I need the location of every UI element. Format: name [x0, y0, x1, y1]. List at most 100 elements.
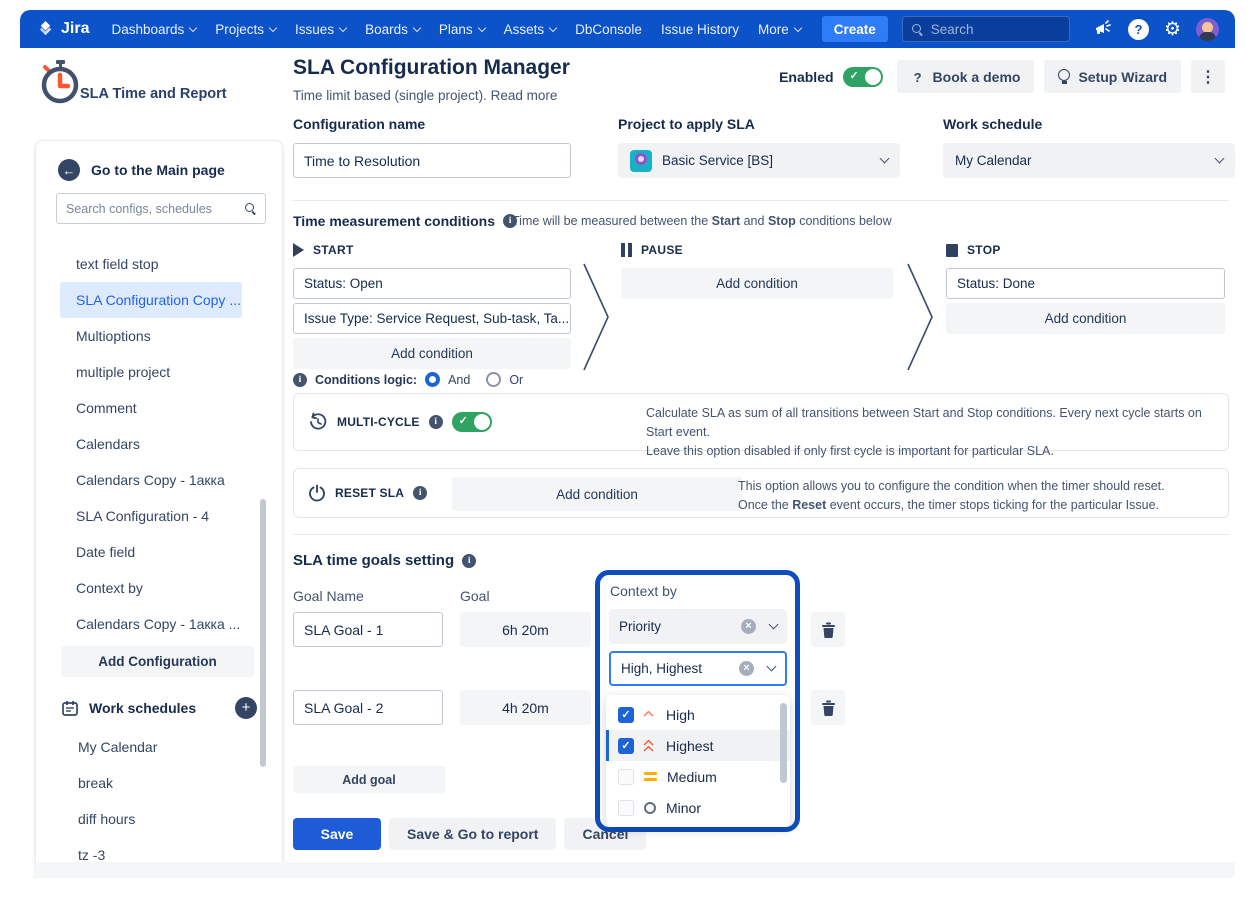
info-icon[interactable]: [293, 373, 307, 387]
goal-value[interactable]: 4h 20m: [460, 690, 591, 725]
config-item[interactable]: text field stop: [60, 246, 242, 282]
schedule-select[interactable]: My Calendar: [943, 143, 1235, 178]
config-item[interactable]: Multioptions: [60, 318, 242, 354]
config-item[interactable]: Calendars: [60, 426, 242, 462]
save-button[interactable]: Save: [293, 818, 381, 850]
nav-more[interactable]: More: [758, 22, 801, 37]
config-name-input[interactable]: [293, 143, 571, 178]
question-icon: [911, 70, 925, 84]
sidebar-search-input[interactable]: [66, 202, 245, 216]
stop-add-condition-button[interactable]: Add condition: [946, 303, 1225, 334]
go-to-main-page[interactable]: Go to the Main page: [58, 159, 225, 181]
option-medium[interactable]: Medium: [606, 761, 790, 792]
start-condition[interactable]: Status: Open: [293, 268, 571, 299]
stop-condition[interactable]: Status: Done: [946, 268, 1225, 299]
config-item[interactable]: SLA Configuration - 4: [60, 498, 242, 534]
checkbox-unchecked[interactable]: [618, 769, 634, 785]
global-search-input[interactable]: [931, 22, 1051, 37]
logic-or-radio[interactable]: [486, 372, 501, 387]
clear-icon[interactable]: [739, 661, 754, 676]
checkbox-checked[interactable]: [618, 707, 634, 723]
schedule-label: Work schedule: [943, 116, 1235, 132]
pause-add-condition-button[interactable]: Add condition: [621, 268, 893, 299]
jira-logo[interactable]: Jira: [36, 20, 89, 39]
enabled-toggle[interactable]: [843, 67, 883, 87]
arrow-left-icon: [58, 159, 80, 181]
add-configuration-button[interactable]: Add Configuration: [61, 646, 254, 677]
project-select[interactable]: Basic Service [BS]: [618, 143, 900, 178]
book-demo-button[interactable]: Book a demo: [897, 60, 1035, 93]
context-by-label: Context by: [610, 583, 677, 599]
add-goal-button[interactable]: Add goal: [293, 766, 445, 793]
global-search[interactable]: [902, 16, 1070, 42]
gear-icon[interactable]: [1164, 20, 1181, 39]
goal-value[interactable]: 6h 20m: [460, 612, 591, 647]
logic-and-radio[interactable]: [425, 372, 440, 387]
checkbox-checked[interactable]: [618, 738, 634, 754]
checkbox-unchecked[interactable]: [618, 800, 634, 816]
config-item[interactable]: Comment: [60, 390, 242, 426]
info-icon[interactable]: [462, 554, 476, 568]
schedule-item[interactable]: diff hours: [60, 801, 242, 837]
multi-cycle-toggle[interactable]: [452, 412, 492, 432]
page-subtitle: Time limit based (single project). Read …: [293, 88, 570, 103]
config-item[interactable]: multiple project: [60, 354, 242, 390]
reset-add-condition-button[interactable]: Add condition: [452, 477, 742, 511]
multi-cycle-description: Calculate SLA as sum of all transitions …: [646, 404, 1228, 460]
create-button[interactable]: Create: [822, 16, 888, 42]
context-values-select[interactable]: High, Highest: [609, 651, 787, 686]
clear-icon[interactable]: [741, 619, 756, 634]
stop-label: STOP: [967, 243, 1001, 257]
context-field-select[interactable]: Priority: [609, 609, 787, 644]
schedule-item[interactable]: break: [60, 765, 242, 801]
nav-assets[interactable]: Assets: [504, 22, 557, 37]
flow-chevron-icon: [902, 258, 938, 376]
save-go-report-button[interactable]: Save & Go to report: [389, 818, 556, 850]
info-icon[interactable]: [413, 486, 427, 500]
nav-projects[interactable]: Projects: [215, 22, 276, 37]
nav-dashboards[interactable]: Dashboards: [111, 22, 196, 37]
delete-goal-button[interactable]: [811, 690, 845, 725]
add-schedule-button[interactable]: [235, 697, 257, 719]
user-avatar[interactable]: [1196, 18, 1219, 41]
conditions-title-row: Time measurement conditions: [293, 213, 517, 229]
setup-wizard-button[interactable]: Setup Wizard: [1044, 60, 1181, 93]
nav-dbconsole[interactable]: DbConsole: [575, 22, 642, 37]
divider: [293, 200, 1229, 201]
lightbulb-icon: [1058, 69, 1070, 85]
goal-name-input[interactable]: [293, 690, 443, 725]
nav-boards[interactable]: Boards: [365, 22, 420, 37]
chevron-down-icon: [880, 154, 890, 164]
config-item[interactable]: Calendars Copy - 1акка ...: [60, 606, 242, 642]
option-minor[interactable]: Minor: [606, 792, 790, 823]
sidebar-scrollbar[interactable]: [260, 499, 266, 767]
nav-issues[interactable]: Issues: [295, 22, 346, 37]
pause-icon: [621, 243, 632, 257]
start-add-condition-button[interactable]: Add condition: [293, 338, 571, 369]
context-by-highlight-panel: Context by Priority High, Highest High: [595, 570, 800, 832]
conditions-logic-row: Conditions logic: And Or: [293, 372, 531, 387]
more-options-button[interactable]: [1191, 60, 1225, 93]
dropdown-scrollbar[interactable]: [780, 703, 787, 783]
sidebar-search[interactable]: [56, 193, 266, 224]
help-icon[interactable]: [1128, 19, 1149, 40]
start-condition[interactable]: Issue Type: Service Request, Sub-task, T…: [293, 303, 571, 334]
config-item[interactable]: Date field: [60, 534, 242, 570]
megaphone-icon[interactable]: [1093, 19, 1113, 39]
read-more-link[interactable]: Read more: [491, 88, 558, 103]
schedule-item[interactable]: My Calendar: [60, 729, 242, 765]
delete-goal-button[interactable]: [811, 612, 845, 647]
page-header: SLA Configuration Manager Time limit bas…: [293, 56, 570, 103]
option-high[interactable]: High: [606, 699, 790, 730]
config-item-selected[interactable]: SLA Configuration Copy ...: [60, 282, 242, 318]
schedule-field: Work schedule My Calendar: [943, 116, 1235, 178]
schedule-list: My Calendar break diff hours tz -3 My Ca…: [36, 729, 282, 878]
enabled-control: Enabled: [779, 67, 882, 87]
nav-issue-history[interactable]: Issue History: [661, 22, 739, 37]
config-item[interactable]: Context by: [60, 570, 242, 606]
option-highest[interactable]: Highest: [606, 730, 790, 761]
goal-name-input[interactable]: [293, 612, 443, 647]
nav-plans[interactable]: Plans: [439, 22, 485, 37]
config-item[interactable]: Calendars Copy - 1акка: [60, 462, 242, 498]
info-icon[interactable]: [429, 415, 443, 429]
